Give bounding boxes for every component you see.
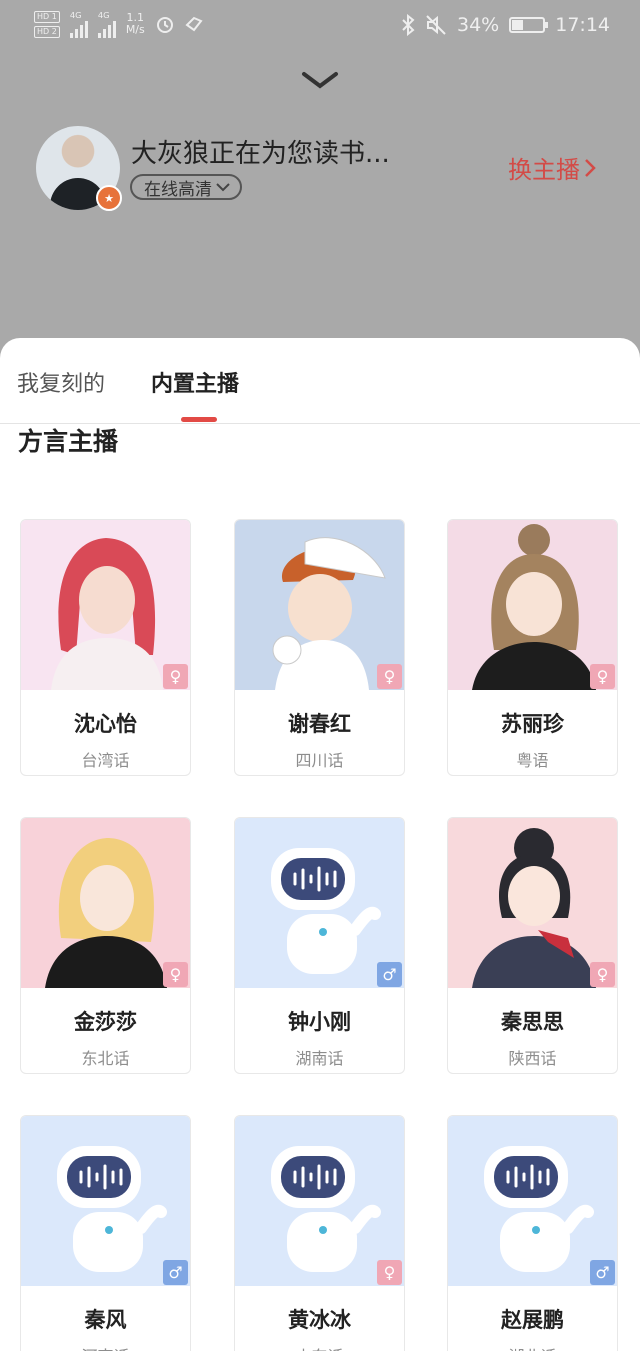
anchor-card[interactable]: ♂ 秦风 河南话 xyxy=(20,1115,191,1351)
anchor-dialect: 山东话 xyxy=(235,1343,404,1351)
female-gender-icon: ♀ xyxy=(590,664,615,689)
sim1-label: HD 1 xyxy=(34,10,60,23)
anchor-card[interactable]: ♀ 沈心怡 台湾话 xyxy=(20,519,191,776)
tab-bar: 我复刻的 内置主播 xyxy=(0,338,640,424)
collapse-chevron-icon[interactable] xyxy=(300,68,340,92)
anchor-dialect: 湖南话 xyxy=(295,1049,344,1068)
anchor-dialect: 粤语 xyxy=(516,751,549,770)
anchor-name: 苏丽珍 xyxy=(501,712,564,736)
anchor-name: 金莎莎 xyxy=(74,1010,137,1034)
female-gender-icon: ♀ xyxy=(377,1260,402,1285)
speed-unit: M/s xyxy=(125,23,145,36)
signal-1: 4G xyxy=(69,10,88,38)
anchor-dialect: 湖北话 xyxy=(448,1343,617,1351)
quality-label: 在线高清 xyxy=(144,179,212,200)
anchor-card[interactable]: ♀ 黄冰冰 山东话 xyxy=(234,1115,405,1351)
reader-title: 大灰狼正在为您读书... xyxy=(131,139,390,169)
male-gender-icon: ♂ xyxy=(163,1260,188,1285)
anchor-name: 沈心怡 xyxy=(74,712,137,736)
mute-icon xyxy=(426,15,446,35)
female-gender-icon: ♀ xyxy=(377,664,402,689)
active-tab-indicator xyxy=(181,417,217,422)
sim2-label: HD 2 xyxy=(34,25,60,38)
anchor-card[interactable]: ♂ 赵展鹏 湖北话 xyxy=(447,1115,618,1351)
chevron-right-icon xyxy=(585,158,596,177)
network-speed: 1.1 M/s xyxy=(126,12,145,36)
battery-icon xyxy=(509,17,549,33)
anchor-dialect: 四川话 xyxy=(295,751,344,770)
alarm-icon xyxy=(156,17,173,33)
clock: 17:14 xyxy=(555,14,610,36)
anchor-card[interactable]: ♂ 钟小刚 湖南话 xyxy=(234,817,405,1074)
anchor-sheet: 我复刻的 内置主播 方言主播 ♀ 沈心怡 台湾话 ♀ 谢春红 四川话 ♀ 苏丽珍… xyxy=(0,338,640,1351)
switch-anchor-label: 换主播 xyxy=(508,156,580,184)
quality-selector[interactable]: 在线高清 xyxy=(130,174,242,200)
anchor-card[interactable]: ♀ 苏丽珍 粤语 xyxy=(447,519,618,776)
female-gender-icon: ♀ xyxy=(590,962,615,987)
anchor-card[interactable]: ♀ 秦思思 陕西话 xyxy=(447,817,618,1074)
sim-indicators: HD 1 HD 2 xyxy=(34,10,60,38)
switch-anchor-button[interactable]: 换主播 xyxy=(508,150,596,185)
bluetooth-icon xyxy=(402,14,415,36)
male-gender-icon: ♂ xyxy=(377,962,402,987)
app-notification-icon xyxy=(185,16,203,32)
anchor-card[interactable]: ♀ 谢春红 四川话 xyxy=(234,519,405,776)
signal-2: 4G xyxy=(97,10,116,38)
anchor-dialect: 东北话 xyxy=(81,1049,130,1068)
network-type-2: 4G xyxy=(97,10,110,20)
anchor-name: 赵展鹏 xyxy=(501,1308,564,1332)
battery-percent: 34% xyxy=(457,14,500,36)
section-title: 方言主播 xyxy=(18,427,119,456)
chevron-down-icon xyxy=(216,183,230,192)
anchor-dialect: 台湾话 xyxy=(81,751,130,770)
anchor-name: 秦思思 xyxy=(501,1010,564,1034)
anchor-name: 谢春红 xyxy=(288,712,351,736)
signal-bars-icon xyxy=(69,20,88,38)
anchor-name: 钟小刚 xyxy=(288,1010,351,1034)
status-bar: HD 1 HD 2 4G 4G 1.1 M/s 34% 17:14 xyxy=(0,0,640,56)
tab-builtin-anchors[interactable]: 内置主播 xyxy=(151,366,239,398)
female-gender-icon: ♀ xyxy=(163,664,188,689)
female-gender-icon: ♀ xyxy=(163,962,188,987)
star-badge-icon: ★ xyxy=(96,185,122,211)
male-gender-icon: ♂ xyxy=(590,1260,615,1285)
anchor-dialect: 陕西话 xyxy=(508,1049,557,1068)
anchor-name: 黄冰冰 xyxy=(288,1308,351,1332)
anchor-card[interactable]: ♀ 金莎莎 东北话 xyxy=(20,817,191,1074)
tab-my-cloned[interactable]: 我复刻的 xyxy=(17,366,105,398)
anchor-name: 秦风 xyxy=(84,1308,127,1332)
network-type-1: 4G xyxy=(69,10,82,20)
anchor-dialect: 河南话 xyxy=(21,1343,190,1351)
signal-bars-icon xyxy=(97,20,116,38)
